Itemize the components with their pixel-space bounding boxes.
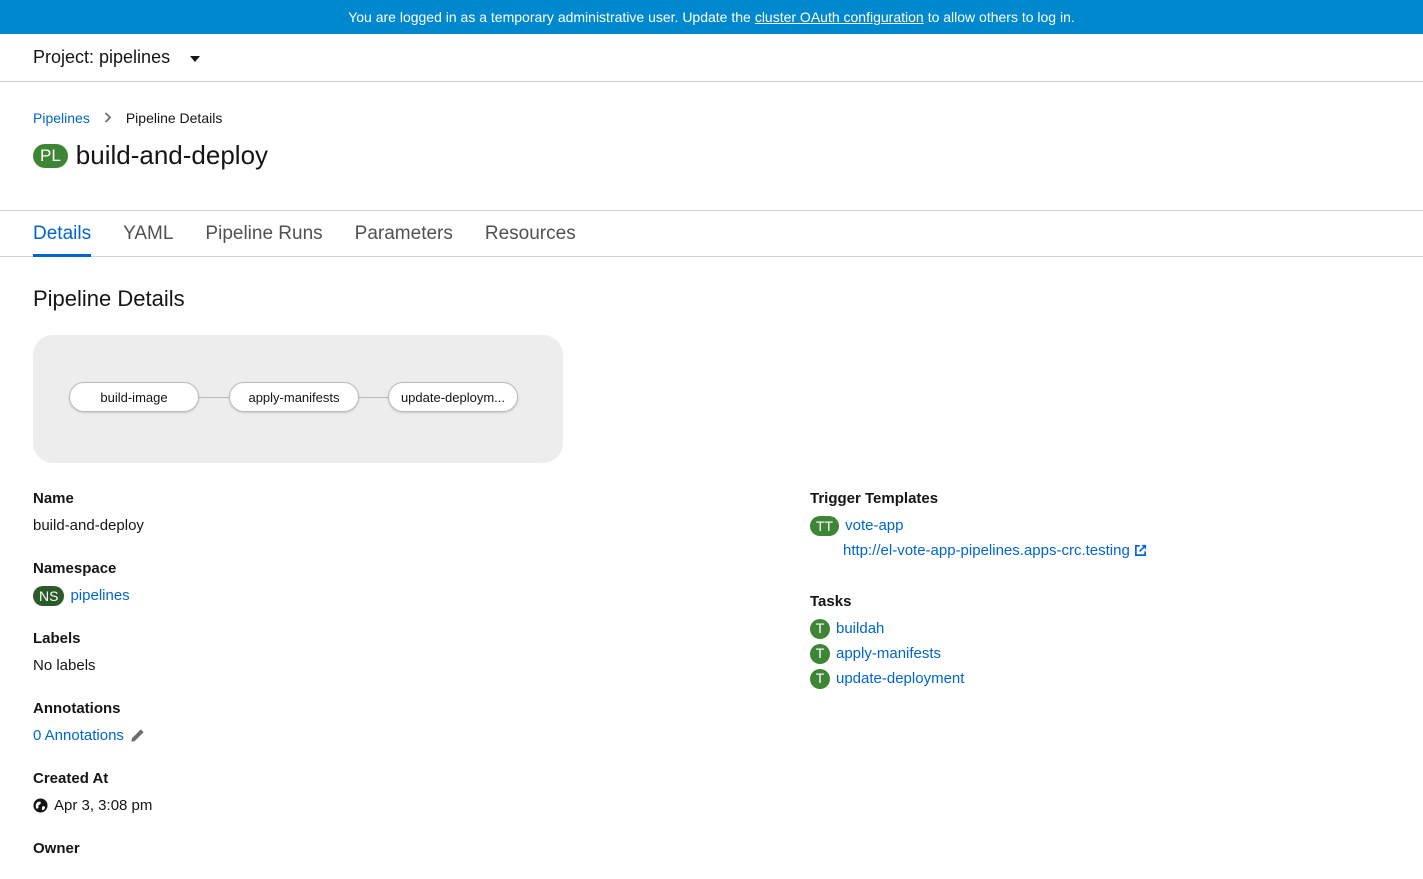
project-dropdown[interactable]: Project: pipelines (33, 47, 201, 68)
breadcrumb: Pipelines Pipeline Details (33, 110, 222, 126)
field-name: Name build-and-deploy (33, 490, 152, 538)
caret-down-icon (190, 55, 201, 62)
labels-value: No labels (33, 657, 96, 674)
oauth-config-link[interactable]: cluster OAuth configuration (755, 9, 924, 25)
external-link-icon[interactable] (1134, 544, 1147, 557)
page-header: PL build-and-deploy (33, 140, 268, 171)
pipeline-node-update-deployment[interactable]: update-deploym... (388, 382, 518, 412)
pipeline-edge (359, 397, 389, 398)
chevron-right-icon (104, 111, 112, 126)
project-label: Project: pipelines (33, 47, 171, 67)
trigger-template-badge: TT (810, 515, 840, 536)
field-labels: Labels No labels (33, 630, 152, 678)
task-item: T apply-manifests (810, 641, 1147, 666)
admin-banner: You are logged in as a temporary adminis… (0, 0, 1423, 34)
field-label: Owner (33, 840, 80, 857)
globe-icon (33, 798, 48, 813)
details-left-column: Name build-and-deploy Namespace NS pipel… (33, 490, 152, 879)
tab-yaml[interactable]: YAML (107, 211, 189, 256)
field-tasks: Tasks T buildah T apply-manifests T upda… (810, 593, 1147, 691)
field-annotations: Annotations 0 Annotations (33, 700, 152, 748)
name-value: build-and-deploy (33, 517, 144, 534)
field-owner: Owner (33, 840, 152, 857)
trigger-template-link[interactable]: vote-app (845, 513, 903, 538)
task-badge: T (810, 668, 830, 689)
pipeline-node-build-image[interactable]: build-image (69, 382, 199, 412)
field-label: Namespace (33, 560, 117, 577)
task-link-update-deployment[interactable]: update-deployment (836, 666, 964, 691)
task-link-apply-manifests[interactable]: apply-manifests (836, 641, 941, 666)
field-created-at: Created At Apr 3, 3:08 pm (33, 770, 152, 818)
tab-details[interactable]: Details (17, 211, 107, 257)
tab-pipeline-runs[interactable]: Pipeline Runs (189, 211, 338, 256)
annotations-link[interactable]: 0 Annotations (33, 723, 124, 748)
pipeline-edge (199, 397, 229, 398)
trigger-url-link[interactable]: http://el-vote-app-pipelines.apps-crc.te… (843, 538, 1130, 563)
field-label: Labels (33, 630, 81, 647)
task-badge: T (810, 618, 830, 639)
field-label: Annotations (33, 700, 121, 717)
task-item: T buildah (810, 616, 1147, 641)
pipeline-visualization: build-image apply-manifests update-deplo… (33, 335, 563, 463)
created-at-value: Apr 3, 3:08 pm (54, 797, 153, 814)
page-title: build-and-deploy (75, 140, 269, 170)
field-label: Created At (33, 770, 109, 787)
field-namespace: Namespace NS pipelines (33, 560, 152, 608)
banner-text-after: to allow others to log in. (927, 9, 1075, 25)
task-badge: T (810, 643, 830, 664)
namespace-badge: NS (33, 585, 65, 606)
breadcrumb-current: Pipeline Details (125, 110, 223, 126)
tab-resources[interactable]: Resources (469, 211, 592, 256)
section-title: Pipeline Details (33, 286, 185, 311)
field-trigger-templates: Trigger Templates TT vote-app http://el-… (810, 490, 1147, 563)
tab-bar: Details YAML Pipeline Runs Parameters Re… (0, 210, 1423, 257)
details-right-column: Trigger Templates TT vote-app http://el-… (810, 490, 1147, 713)
pencil-icon[interactable] (130, 728, 145, 743)
field-label: Trigger Templates (810, 490, 939, 507)
tab-parameters[interactable]: Parameters (339, 211, 469, 256)
task-item: T update-deployment (810, 666, 1147, 691)
field-label: Tasks (810, 593, 852, 610)
pipeline-node-apply-manifests[interactable]: apply-manifests (229, 382, 359, 412)
namespace-link[interactable]: pipelines (70, 583, 129, 608)
breadcrumb-pipelines-link[interactable]: Pipelines (33, 110, 90, 126)
task-link-buildah[interactable]: buildah (836, 616, 884, 641)
banner-text-before: You are logged in as a temporary adminis… (348, 9, 751, 25)
pipeline-badge: PL (33, 143, 68, 168)
project-bar: Project: pipelines (0, 34, 1423, 82)
field-label: Name (33, 490, 74, 507)
